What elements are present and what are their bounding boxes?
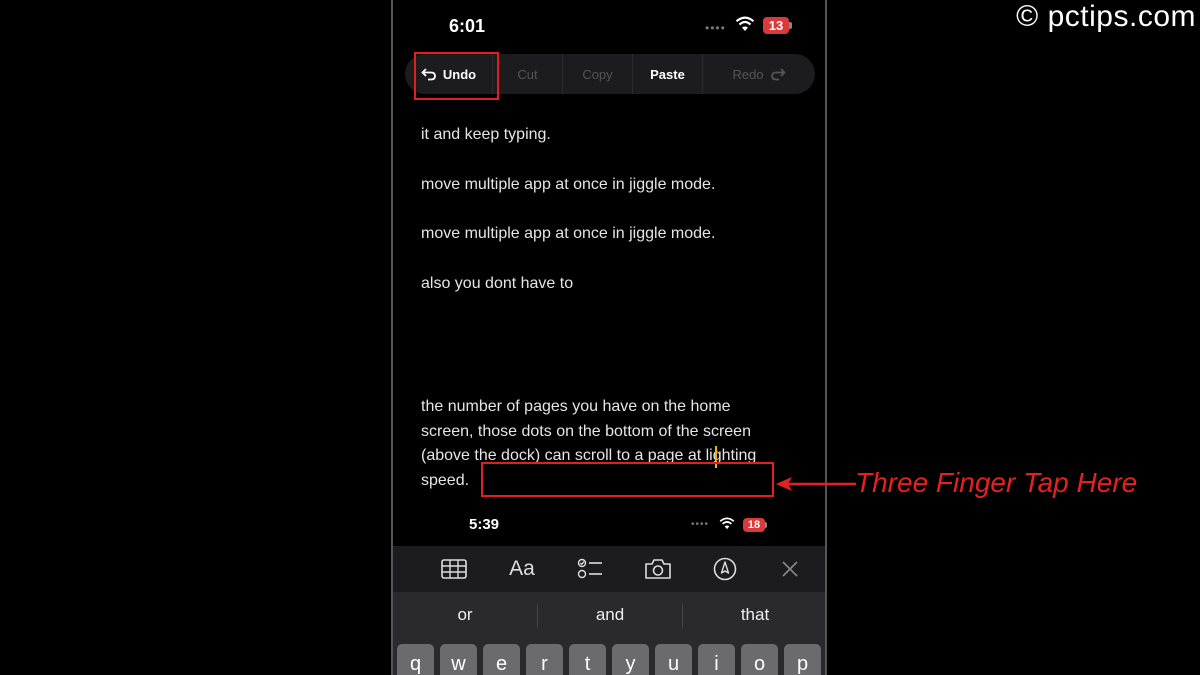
paste-button[interactable]: Paste xyxy=(633,54,703,94)
wifi-icon xyxy=(735,16,755,31)
inner-wifi-icon xyxy=(719,517,735,530)
suggestion-item[interactable]: or xyxy=(393,592,537,638)
key[interactable]: y xyxy=(612,644,649,675)
note-line: speed. xyxy=(421,472,470,489)
status-time: 6:01 xyxy=(449,16,486,36)
key[interactable]: u xyxy=(655,644,692,675)
battery-indicator: 13 xyxy=(763,17,789,34)
inner-signal-icon: •••• xyxy=(691,519,710,530)
battery-cap xyxy=(789,22,792,29)
checklist-button[interactable] xyxy=(566,546,614,592)
note-line: also you dont have to xyxy=(421,275,574,292)
watermark: © pctips.com xyxy=(1016,0,1196,33)
cut-label: Cut xyxy=(517,66,538,82)
suggestion-item[interactable]: that xyxy=(683,592,825,638)
text-format-icon: Aa xyxy=(509,557,535,580)
markup-button[interactable] xyxy=(701,546,749,592)
key[interactable]: q xyxy=(397,644,434,675)
note-line: screen, those dots on the bottom of the … xyxy=(421,423,751,440)
redo-button[interactable]: Redo xyxy=(703,54,815,94)
paste-label: Paste xyxy=(650,66,685,82)
key[interactable]: e xyxy=(483,644,520,675)
inner-battery-indicator: 18 xyxy=(743,518,765,532)
camera-icon xyxy=(645,559,671,579)
key[interactable]: p xyxy=(784,644,821,675)
close-button[interactable] xyxy=(766,546,814,592)
redo-icon xyxy=(770,68,786,81)
table-icon xyxy=(441,559,467,579)
note-line: the number of pages you have on the home xyxy=(421,398,731,415)
checklist-icon xyxy=(577,558,602,579)
inner-status-time: 5:39 xyxy=(469,516,500,533)
close-icon xyxy=(782,561,798,577)
text-format-button[interactable]: Aa xyxy=(498,546,546,592)
tap-area-highlight-box xyxy=(481,462,774,497)
camera-button[interactable] xyxy=(634,546,682,592)
note-line: it and keep typing. xyxy=(421,126,551,143)
table-button[interactable] xyxy=(430,546,478,592)
phone-screen: 6:01 •••• 13 Undo Cut Copy Paste Redo it… xyxy=(391,0,827,675)
undo-highlight-box xyxy=(414,52,499,100)
key[interactable]: t xyxy=(569,644,606,675)
note-line: move multiple app at once in jiggle mode… xyxy=(421,176,716,193)
cut-button[interactable]: Cut xyxy=(493,54,563,94)
inner-status-bar: 5:39 •••• 18 xyxy=(393,510,825,550)
signal-icon: •••• xyxy=(705,21,726,35)
note-line: move multiple app at once in jiggle mode… xyxy=(421,225,716,242)
key[interactable]: o xyxy=(741,644,778,675)
predictive-bar: or and that xyxy=(393,592,825,638)
markup-icon xyxy=(713,557,737,581)
key[interactable]: i xyxy=(698,644,735,675)
annotation-label: Three Finger Tap Here xyxy=(855,467,1138,498)
copy-button[interactable]: Copy xyxy=(563,54,633,94)
keyboard-toolbar: Aa xyxy=(393,546,825,592)
arrow-icon xyxy=(776,477,856,491)
copy-label: Copy xyxy=(582,66,613,82)
redo-label: Redo xyxy=(732,66,764,82)
keyboard: q w e r t y u i o p xyxy=(393,638,825,675)
suggestion-item[interactable]: and xyxy=(538,592,682,638)
key[interactable]: r xyxy=(526,644,563,675)
status-bar: 6:01 •••• 13 xyxy=(393,0,825,40)
inner-battery-cap xyxy=(765,522,767,528)
key[interactable]: w xyxy=(440,644,477,675)
